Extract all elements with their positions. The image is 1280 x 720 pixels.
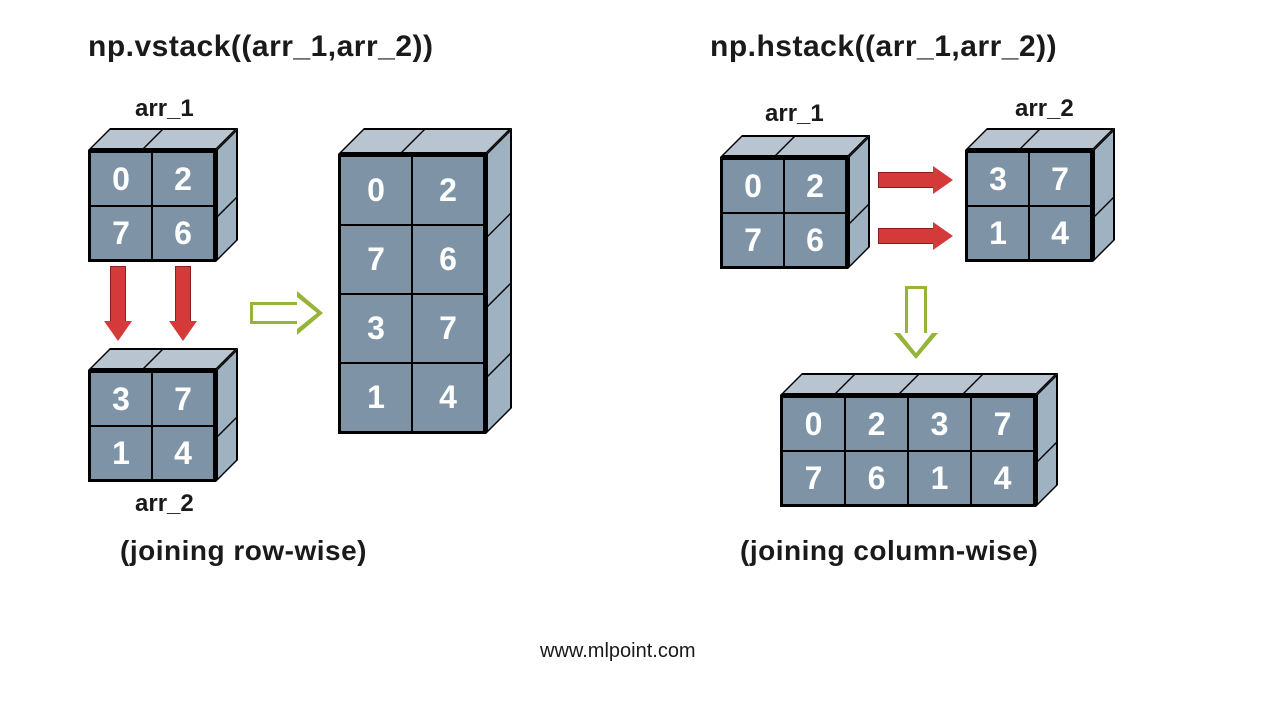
arrow-down-icon	[175, 266, 191, 324]
cell: 0	[340, 156, 412, 225]
cell: 6	[784, 213, 846, 267]
cell: 2	[845, 397, 908, 451]
cell: 0	[90, 152, 152, 206]
arrow-right-icon	[878, 172, 936, 188]
hstack-arr2-label: arr_2	[1015, 95, 1074, 123]
cell: 4	[1029, 206, 1091, 260]
vstack-caption: (joining row-wise)	[120, 535, 367, 567]
cell: 1	[967, 206, 1029, 260]
cell: 2	[784, 159, 846, 213]
vstack-arr1-label: arr_1	[135, 95, 194, 123]
arrow-right-icon	[878, 228, 936, 244]
cell: 0	[722, 159, 784, 213]
cell: 3	[90, 372, 152, 426]
hstack-arr1-label: arr_1	[765, 100, 824, 128]
footer-credit: www.mlpoint.com	[540, 640, 696, 663]
cell: 3	[340, 294, 412, 363]
cell: 4	[152, 426, 214, 480]
arrow-down-icon	[905, 286, 927, 336]
cell: 2	[412, 156, 484, 225]
cell: 1	[340, 363, 412, 432]
arrow-down-icon	[110, 266, 126, 324]
cell: 3	[908, 397, 971, 451]
cell: 3	[967, 152, 1029, 206]
cell: 7	[90, 206, 152, 260]
cell: 7	[971, 397, 1034, 451]
cell: 2	[152, 152, 214, 206]
hstack-title: np.hstack((arr_1,arr_2))	[710, 30, 1057, 64]
cell: 7	[340, 225, 412, 294]
cell: 6	[845, 451, 908, 505]
cell: 6	[152, 206, 214, 260]
cell: 7	[152, 372, 214, 426]
cell: 4	[412, 363, 484, 432]
cell: 7	[782, 451, 845, 505]
cell: 7	[722, 213, 784, 267]
cell: 1	[90, 426, 152, 480]
cell: 1	[908, 451, 971, 505]
vstack-title: np.vstack((arr_1,arr_2))	[88, 30, 434, 64]
vstack-arr2-label: arr_2	[135, 490, 194, 518]
cell: 0	[782, 397, 845, 451]
cell: 6	[412, 225, 484, 294]
hstack-caption: (joining column-wise)	[740, 535, 1038, 567]
cell: 7	[412, 294, 484, 363]
cell: 4	[971, 451, 1034, 505]
cell: 7	[1029, 152, 1091, 206]
arrow-right-icon	[250, 302, 300, 324]
